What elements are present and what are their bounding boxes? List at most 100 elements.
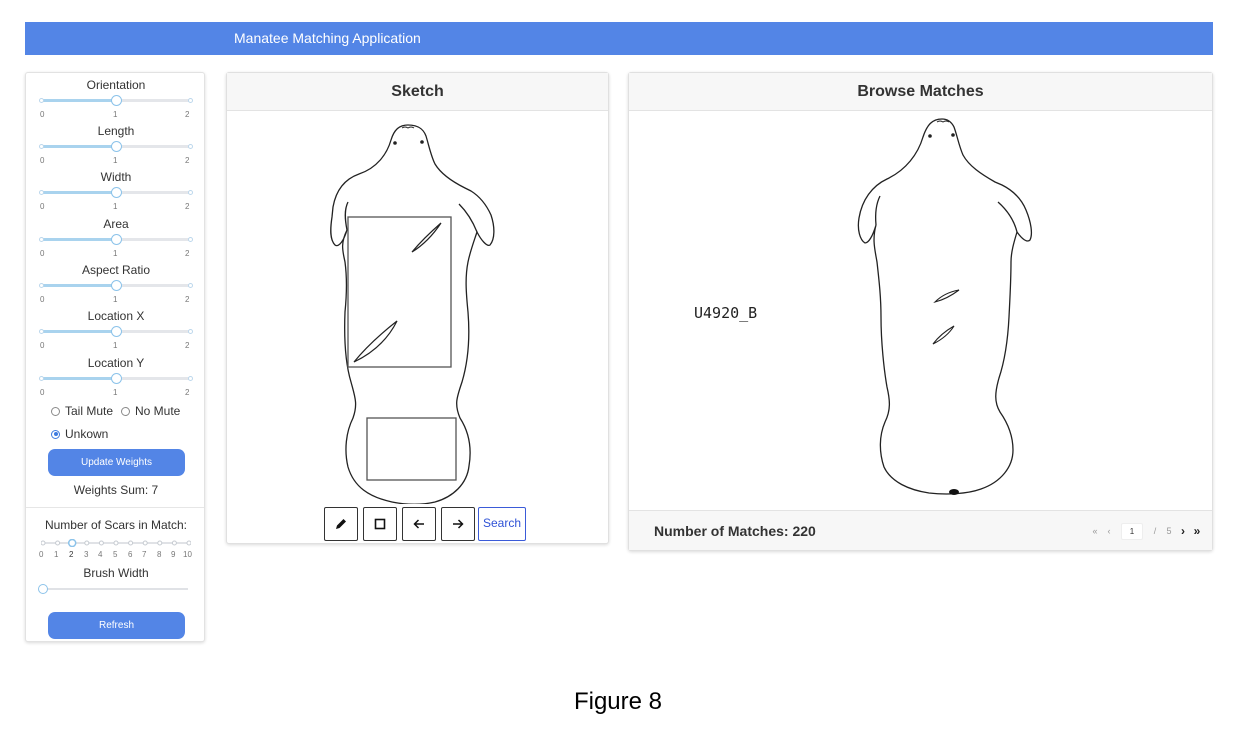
match-image: U4920_B: [694, 118, 1033, 495]
update-weights-button[interactable]: Update Weights: [48, 449, 185, 476]
slider-thumb[interactable]: [111, 141, 122, 152]
radio-button[interactable]: [51, 429, 60, 439]
slider-thumb[interactable]: [111, 234, 122, 245]
location-y-slider[interactable]: Location Y 0 1 2: [26, 356, 206, 402]
radio-button[interactable]: [51, 406, 60, 416]
area-slider[interactable]: Area 0 1 2: [26, 217, 206, 263]
tick-label: 1: [113, 249, 118, 258]
sketch-canvas[interactable]: [227, 112, 608, 504]
pagination: « ‹ 1 / 5 › »: [1088, 519, 1204, 543]
browse-matches-card: Browse Matches U4920_B Number of Matches…: [628, 72, 1213, 551]
tick-label: 1: [113, 202, 118, 211]
tick-label: 6: [128, 550, 133, 559]
scars-slider-thumb[interactable]: [67, 539, 77, 547]
page-separator: /: [1153, 526, 1157, 536]
manatee-eye: [420, 140, 424, 144]
tick-label: 1: [113, 110, 118, 119]
width-slider[interactable]: Width 0 1 2: [26, 170, 206, 216]
figure-caption: Figure 8: [573, 688, 663, 715]
tick-label: 8: [157, 550, 162, 559]
tick-label: 7: [142, 550, 147, 559]
slider-track[interactable]: [39, 280, 193, 291]
radio-unknown[interactable]: Unkown: [51, 427, 108, 441]
tick-label: 1: [54, 550, 59, 559]
tick-label: 2: [185, 388, 190, 397]
search-button[interactable]: Search: [478, 507, 526, 541]
arrow-left-icon: [413, 519, 424, 529]
tick-label: 0: [40, 156, 45, 165]
pencil-tool-button[interactable]: [324, 507, 358, 541]
weights-panel: Orientation 0 1 2 Length 0 1 2 Width 0 1 2 Are…: [25, 72, 205, 642]
radio-label: Unkown: [65, 427, 109, 441]
aspect-ratio-slider[interactable]: Aspect Ratio 0 1 2: [26, 263, 206, 309]
scars-slider[interactable]: [41, 539, 191, 547]
tick-label: 0: [40, 202, 45, 211]
tick-label: 2: [185, 202, 190, 211]
radio-button[interactable]: [121, 406, 130, 416]
scars-tick-labels: 0 1 2 3 4 5 6 7 8 9 10: [39, 550, 193, 560]
slider-thumb[interactable]: [111, 280, 122, 291]
radio-label: No Mute: [135, 404, 181, 418]
tick-label: 2: [69, 550, 74, 559]
page-number-input[interactable]: 1: [1121, 522, 1143, 540]
tick-label: 2: [185, 341, 190, 350]
scar-bounding-box[interactable]: [347, 216, 452, 368]
length-slider[interactable]: Length 0 1 2: [26, 124, 206, 170]
slider-track[interactable]: [39, 234, 193, 245]
refresh-button[interactable]: Refresh: [48, 612, 185, 639]
orientation-slider[interactable]: Orientation 0 1 2: [26, 78, 206, 124]
weights-sum-text: Weights Sum: 7: [73, 483, 159, 497]
brush-width-thumb[interactable]: [38, 584, 48, 594]
redo-button[interactable]: [441, 507, 475, 541]
brush-width-label: Brush Width: [83, 566, 149, 580]
radio-no-mute[interactable]: No Mute: [121, 404, 180, 418]
rectangle-tool-button[interactable]: [363, 507, 397, 541]
divider: [26, 507, 204, 508]
app-title: Manatee Matching Application: [234, 30, 421, 46]
tick-label: 1: [113, 341, 118, 350]
tick-label: 1: [113, 156, 118, 165]
slider-track[interactable]: [39, 95, 193, 106]
tick-label: 0: [40, 388, 45, 397]
slider-thumb[interactable]: [111, 95, 122, 106]
slider-track[interactable]: [39, 187, 193, 198]
slider-label: Width: [100, 170, 132, 184]
slider-thumb[interactable]: [111, 187, 122, 198]
scar-mark: [933, 289, 960, 304]
radio-tail-mute[interactable]: Tail Mute: [51, 404, 113, 418]
next-page-button[interactable]: ›: [1176, 524, 1190, 538]
sketch-card: Sketch Search: [226, 72, 609, 544]
first-page-button[interactable]: «: [1088, 526, 1102, 536]
slider-label: Location X: [87, 309, 145, 323]
tail-bounding-box[interactable]: [366, 417, 457, 481]
manatee-outline: [857, 118, 1033, 495]
slider-label: Location Y: [87, 356, 145, 370]
slider-label: Aspect Ratio: [81, 263, 151, 277]
brush-width-slider[interactable]: [38, 584, 190, 594]
tick-label: 0: [40, 110, 45, 119]
slider-track[interactable]: [39, 373, 193, 384]
slider-thumb[interactable]: [111, 373, 122, 384]
manatee-eye: [393, 141, 397, 145]
tick-label: 1: [113, 388, 118, 397]
scar-mark: [353, 320, 398, 363]
arrow-right-icon: [453, 519, 464, 529]
tick-label: 0: [40, 341, 45, 350]
slider-track[interactable]: [39, 141, 193, 152]
radio-label: Tail Mute: [65, 404, 114, 418]
tick-label: 2: [185, 110, 190, 119]
sketch-header: Sketch: [227, 73, 608, 111]
slider-label: Orientation: [86, 78, 146, 92]
prev-page-button[interactable]: ‹: [1102, 526, 1116, 536]
tick-label: 5: [113, 550, 118, 559]
slider-thumb[interactable]: [111, 326, 122, 337]
scar-mark: [411, 222, 442, 253]
scars-slider-track[interactable]: [41, 539, 191, 547]
last-page-button[interactable]: »: [1190, 524, 1204, 538]
slider-track[interactable]: [39, 326, 193, 337]
tick-label: 9: [171, 550, 176, 559]
undo-button[interactable]: [402, 507, 436, 541]
location-x-slider[interactable]: Location X 0 1 2: [26, 309, 206, 355]
tick-label: 2: [185, 156, 190, 165]
matches-footer: Number of Matches: 220 « ‹ 1 / 5 › »: [629, 510, 1212, 550]
